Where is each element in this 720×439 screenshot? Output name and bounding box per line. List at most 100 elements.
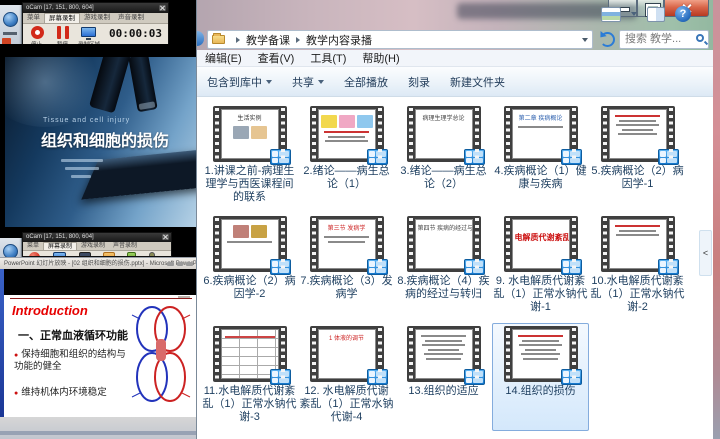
chevron-down-icon (318, 80, 324, 84)
toolbar-button-label: 刻录 (408, 74, 430, 90)
back-button-fragment[interactable] (197, 31, 204, 46)
media-overlay-icon (464, 369, 485, 385)
file-item[interactable]: 生活实例1.讲课之前-病理生理学与西医课程间的联系 (201, 103, 298, 211)
ocam-tab[interactable]: 屏幕录制 (43, 242, 77, 250)
menu-item[interactable]: 编辑(E) (205, 50, 242, 66)
file-name: 13.组织的适应 (408, 385, 478, 398)
address-row: 教学备课 教学内容录播 搜索 教学... (197, 28, 713, 50)
breadcrumb-current[interactable]: 教学内容录播 (306, 32, 372, 48)
background-window-fragment (0, 238, 22, 258)
video-thumbnail: 第三节 发病学 (310, 216, 384, 272)
search-placeholder: 搜索 教学... (625, 33, 681, 45)
media-overlay-icon (658, 149, 679, 165)
ocam-tab[interactable]: 游戏录制 (80, 13, 114, 23)
file-item[interactable]: 10.水电解质代谢紊乱（1）正常水钠代谢-2 (589, 213, 686, 321)
thumbnail-text-lines (515, 335, 567, 360)
change-view-icon[interactable] (601, 7, 621, 22)
refresh-icon[interactable] (600, 32, 615, 47)
thumbnail-images (224, 225, 276, 238)
menu-item[interactable]: 帮助(H) (362, 50, 399, 66)
toolbar-button[interactable]: 刻录 (408, 74, 430, 90)
author-line (65, 167, 99, 170)
thumbnail-text-lines (612, 115, 664, 135)
ocam-tab[interactable]: 菜单 (23, 242, 43, 250)
file-item[interactable]: 电解质代谢紊乱9. 水电解质代谢紊乱（1）正常水钠代谢-1 (492, 213, 589, 321)
ocam-title-text: oCam [17, 151, 800, 604] (26, 234, 94, 240)
thumbnail-text-lines (321, 236, 373, 243)
microscope-stage (81, 146, 196, 199)
video-thumbnail: 第二章 疾病概论 (504, 106, 578, 162)
stop-button[interactable] (31, 26, 44, 39)
video-thumbnail (213, 216, 287, 272)
toolbar-button[interactable]: 包含到库中 (207, 74, 272, 90)
file-name: 7.疾病概论（3）发病学 (299, 275, 394, 301)
file-item[interactable]: 5.疾病概论（2）病因学-1 (589, 103, 686, 211)
ocam-tab[interactable]: 菜单 (23, 13, 44, 23)
window-controls[interactable] (167, 262, 193, 266)
help-icon[interactable]: ? (675, 6, 691, 22)
file-name: 5.疾病概论（2）病因学-1 (590, 165, 685, 191)
views-dropdown-icon[interactable] (631, 12, 637, 16)
folder-icon (212, 35, 225, 44)
menu-item[interactable]: 工具(T) (310, 50, 346, 66)
thumbnail-text-lines (321, 131, 373, 142)
author-line (61, 159, 103, 162)
media-overlay-icon (464, 259, 485, 275)
video-thumbnail (213, 326, 287, 382)
close-icon[interactable] (162, 234, 169, 240)
ocam-tab[interactable]: 声音录制 (109, 242, 141, 250)
toolbar-button[interactable]: 全部播放 (344, 74, 388, 90)
command-toolbar: 包含到库中 共享 全部播放 刻录 新建文件夹 (197, 67, 713, 97)
file-item[interactable]: 14.组织的损伤 (492, 323, 589, 431)
file-item[interactable]: 第三节 发病学 7.疾病概论（3）发病学 (298, 213, 395, 321)
file-item[interactable]: 1 体液的调节12. 水电解质代谢紊乱（1）正常水钠代谢-4 (298, 323, 395, 431)
breadcrumb-arrow-icon (296, 37, 300, 43)
ocam-tab[interactable]: 声音录制 (114, 13, 148, 23)
ocam-recorder-window-2: oCam [17, 151, 800, 604] 菜单屏幕录制游戏录制声音录制 (22, 232, 172, 257)
thumbnail-slide-title: 生活实例 (224, 116, 276, 123)
close-icon[interactable] (159, 5, 166, 11)
file-item[interactable]: 13.组织的适应 (395, 323, 492, 431)
address-dropdown-icon[interactable] (582, 38, 588, 42)
ocam-tab[interactable]: 屏幕录制 (44, 13, 80, 23)
file-item[interactable]: 11.水电解质代谢紊乱（1）正常水钠代谢-3 (201, 323, 298, 431)
slide-bullet: 维持机体内环境稳定 (14, 387, 126, 399)
nav-back-icon[interactable] (3, 12, 18, 27)
file-grid: 生活实例1.讲课之前-病理生理学与西医课程间的联系2.绪论——病生总论（1）病理… (197, 97, 699, 433)
left-window-stack: oCam [17, 151, 800, 604] 菜单屏幕录制游戏录制声音录制 … (0, 0, 196, 439)
capture-area-icon[interactable] (81, 27, 96, 37)
address-bar[interactable]: 教学备课 教学内容录播 (207, 30, 593, 49)
slide-rule (10, 298, 192, 299)
file-name: 6.疾病概论（2）病因学-2 (202, 275, 297, 301)
chevron-down-icon (266, 80, 272, 84)
file-item[interactable]: 病理生理学总论3.绪论——病生总论（2） (395, 103, 492, 211)
file-list-area: 生活实例1.讲课之前-病理生理学与西医课程间的联系2.绪论——病生总论（1）病理… (197, 97, 699, 439)
file-item[interactable]: 第四节 疾病的经过与转归8.疾病概论（4）疾病的经过与转归 (395, 213, 492, 321)
preview-pane-expander[interactable]: < (699, 230, 712, 276)
toolbar-button[interactable]: 新建文件夹 (450, 74, 505, 90)
pause-button[interactable] (57, 26, 69, 39)
slide-subtitle: Tissue and cell injury (43, 117, 130, 124)
media-overlay-icon (367, 259, 388, 275)
search-icon[interactable] (696, 34, 704, 42)
thumbnail-slide-title: 电解质代谢紊乱 (515, 234, 567, 241)
window-footer (0, 417, 196, 439)
file-name: 11.水电解质代谢紊乱（1）正常水钠代谢-3 (202, 385, 297, 424)
menu-item[interactable]: 查看(V) (258, 50, 295, 66)
toolbar-button[interactable]: 共享 (292, 74, 324, 90)
ocam-title: oCam [17, 151, 800, 604] (23, 233, 171, 242)
breadcrumb-root[interactable]: 教学备课 (246, 32, 290, 48)
search-input[interactable]: 搜索 教学... (619, 30, 709, 49)
ocam-tab[interactable]: 游戏录制 (77, 242, 109, 250)
file-name: 4.疾病概论（1）健康与疾病 (493, 165, 588, 191)
file-item[interactable]: 2.绪论——病生总论（1） (298, 103, 395, 211)
preview-pane-icon[interactable] (647, 7, 665, 22)
explorer-window: 教学备课 教学内容录播 搜索 教学... 编辑(E) 查看(V) 工具(T) 帮助(H… (196, 0, 713, 439)
recording-timer: 00:00:03 (109, 27, 162, 40)
slide-bullet: 保持细胞和组织的结构与功能的健全 (14, 349, 126, 373)
breadcrumb-arrow-icon (236, 37, 240, 43)
file-item[interactable]: 6.疾病概论（2）病因学-2 (201, 213, 298, 321)
file-item[interactable]: 第二章 疾病概论 4.疾病概论（1）健康与疾病 (492, 103, 589, 211)
powerpoint-titlebar: PowerPoint 幻灯片放映 - [02 组织和细胞的损伤.pptx] - … (0, 257, 196, 269)
media-overlay-icon (658, 259, 679, 275)
